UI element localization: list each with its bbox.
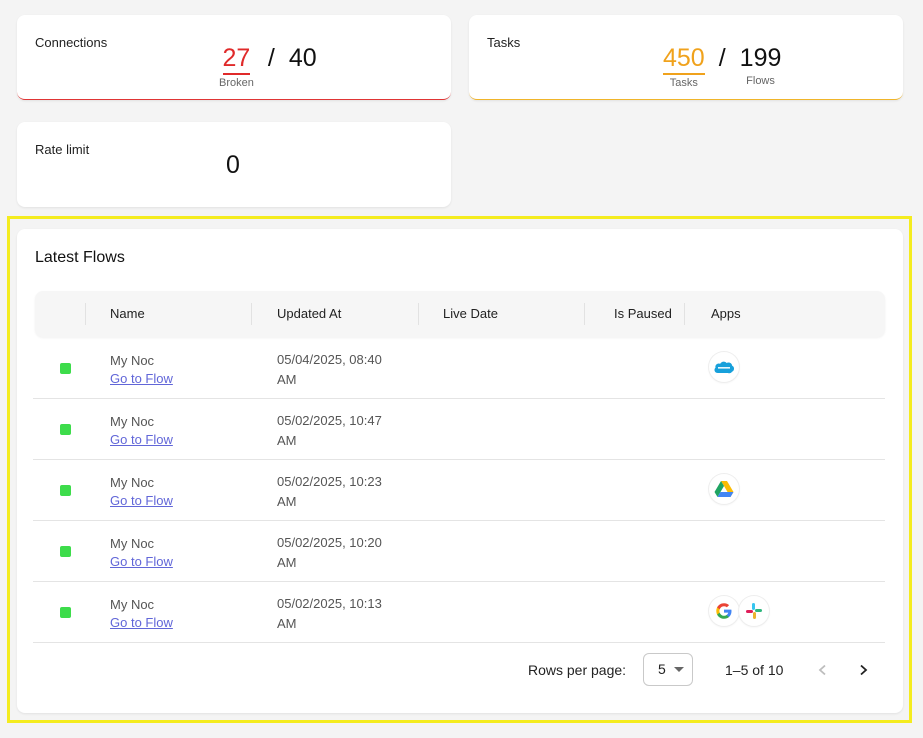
go-to-flow-link[interactable]: Go to Flow <box>110 614 173 632</box>
caret-down-icon <box>674 667 684 672</box>
tasks-stats: 450 Tasks / 199 Flows <box>663 43 781 89</box>
updated-at-date: 05/02/2025, 10:47 <box>277 413 382 428</box>
column-header-is-paused[interactable]: Is Paused <box>614 291 672 337</box>
go-to-flow-link[interactable]: Go to Flow <box>110 431 173 449</box>
page-range: 1–5 of 10 <box>725 662 784 678</box>
connections-card: Connections 27 Broken / 40 <box>17 15 451 100</box>
next-page-button[interactable] <box>850 657 876 683</box>
chevron-right-icon <box>860 664 868 676</box>
flow-name: My Noc <box>110 536 155 551</box>
flows-label: Flows <box>746 75 775 87</box>
salesforce-icon <box>709 352 739 382</box>
rows-per-page-value: 5 <box>658 661 666 677</box>
updated-at-period: AM <box>277 616 297 631</box>
tasks-count: 450 <box>663 43 705 75</box>
table-row: My Noc Go to Flow 05/02/2025, 10:13 AM <box>33 582 885 643</box>
apps-cell <box>709 352 739 382</box>
google-drive-icon <box>709 474 739 504</box>
table-header: Name Updated At Live Date Is Paused Apps <box>35 291 885 337</box>
tasks-title: Tasks <box>487 35 521 50</box>
status-active-icon <box>60 363 71 374</box>
table-row: My Noc Go to Flow 05/04/2025, 08:40 AM <box>33 338 885 399</box>
google-icon <box>709 596 739 626</box>
connections-slash: / <box>267 44 275 72</box>
status-active-icon <box>60 485 71 496</box>
header-separator <box>584 303 585 325</box>
header-separator <box>85 303 86 325</box>
rate-limit-stats: 0 <box>226 150 240 180</box>
connections-total: 40 <box>288 44 317 72</box>
updated-at-period: AM <box>277 433 297 448</box>
table-row: My Noc Go to Flow 05/02/2025, 10:47 AM <box>33 399 885 460</box>
latest-flows-card: Latest Flows Name Updated At Live Date I… <box>17 229 903 713</box>
header-separator <box>251 303 252 325</box>
column-header-name[interactable]: Name <box>110 291 145 337</box>
status-active-icon <box>60 424 71 435</box>
previous-page-button[interactable] <box>810 657 836 683</box>
latest-flows-title: Latest Flows <box>35 249 125 266</box>
table-row: My Noc Go to Flow 05/02/2025, 10:20 AM <box>33 521 885 582</box>
go-to-flow-link[interactable]: Go to Flow <box>110 370 173 388</box>
flow-name: My Noc <box>110 353 155 368</box>
slack-icon <box>739 596 769 626</box>
flows-count: 199 <box>739 44 782 72</box>
updated-at-date: 05/02/2025, 10:13 <box>277 596 382 611</box>
rate-limit-value: 0 <box>226 151 240 179</box>
broken-label: Broken <box>219 77 254 89</box>
column-header-updated-at[interactable]: Updated At <box>277 291 341 337</box>
broken-count: 27 <box>222 43 251 75</box>
go-to-flow-link[interactable]: Go to Flow <box>110 553 173 571</box>
status-active-icon <box>60 607 71 618</box>
header-separator <box>418 303 419 325</box>
updated-at-period: AM <box>277 494 297 509</box>
updated-at-date: 05/04/2025, 08:40 <box>277 352 382 367</box>
updated-at-period: AM <box>277 372 297 387</box>
apps-cell <box>709 596 769 626</box>
header-separator <box>684 303 685 325</box>
tasks-label: Tasks <box>669 77 698 89</box>
status-active-icon <box>60 546 71 557</box>
tasks-card: Tasks 450 Tasks / 199 Flows <box>469 15 903 100</box>
flow-name: My Noc <box>110 475 155 490</box>
updated-at-date: 05/02/2025, 10:20 <box>277 535 382 550</box>
connections-stats: 27 Broken / 40 <box>219 43 317 89</box>
flow-name: My Noc <box>110 597 155 612</box>
connections-title: Connections <box>35 35 108 50</box>
rate-limit-card: Rate limit 0 <box>17 122 451 207</box>
chevron-left-icon <box>818 664 826 676</box>
apps-cell <box>709 474 739 504</box>
table-row: My Noc Go to Flow 05/02/2025, 10:23 AM <box>33 460 885 521</box>
column-header-apps[interactable]: Apps <box>711 291 741 337</box>
flow-name: My Noc <box>110 414 155 429</box>
pagination: Rows per page: 5 1–5 of 10 <box>17 653 903 687</box>
updated-at-period: AM <box>277 555 297 570</box>
updated-at-date: 05/02/2025, 10:23 <box>277 474 382 489</box>
rate-limit-title: Rate limit <box>35 142 90 157</box>
tasks-slash: / <box>718 44 726 72</box>
rows-per-page-select[interactable]: 5 <box>643 653 693 686</box>
go-to-flow-link[interactable]: Go to Flow <box>110 492 173 510</box>
rows-per-page-label: Rows per page: <box>528 662 627 678</box>
column-header-live-date[interactable]: Live Date <box>443 291 498 337</box>
